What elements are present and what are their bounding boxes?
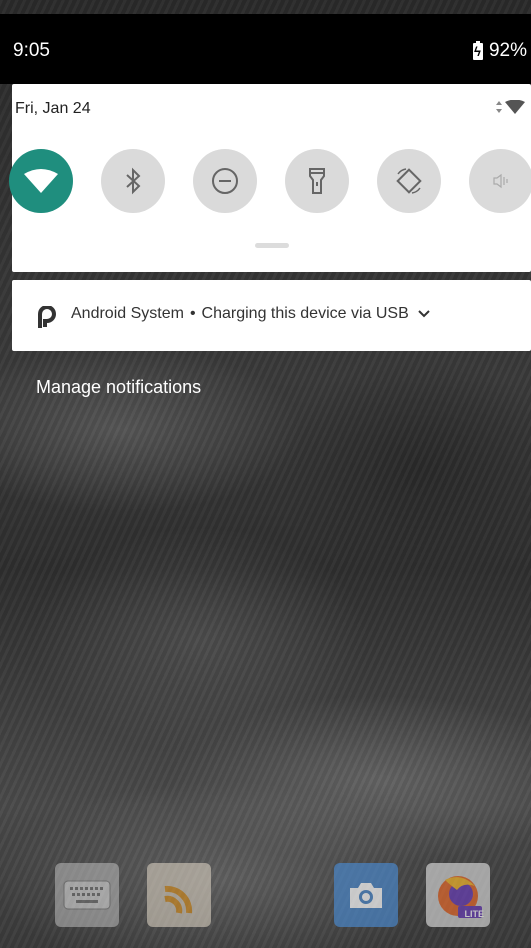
status-bar: 9:05 ϟ 92% <box>0 14 531 84</box>
flashlight-tile[interactable] <box>285 149 349 213</box>
notification-app-name: Android System <box>71 305 184 322</box>
status-icons: ϟ 92% <box>472 40 527 62</box>
data-activity-icon <box>496 101 502 113</box>
flashlight-icon <box>309 168 325 194</box>
auto-rotate-icon <box>396 168 422 194</box>
screen: 9:05 ϟ 92% Fri, Jan 24 Android System • … <box>0 0 531 948</box>
camera-icon <box>350 883 382 908</box>
dock-camera-app[interactable] <box>334 863 398 927</box>
qs-date[interactable]: Fri, Jan 24 <box>15 100 91 118</box>
notification-message: Charging this device via USB <box>201 305 409 322</box>
wifi-tile[interactable] <box>9 149 73 213</box>
battery-charging-icon: ϟ <box>472 40 483 60</box>
chevron-down-icon[interactable] <box>418 310 430 318</box>
keyboard-icon <box>63 880 111 910</box>
vibrate-icon <box>493 173 508 189</box>
quick-settings-panel: Fri, Jan 24 <box>9 84 531 272</box>
status-time: 9:05 <box>13 40 50 61</box>
qs-expand-handle[interactable] <box>255 243 289 248</box>
firefox-lite-badge: LITE <box>464 909 485 919</box>
wifi-signal-icon <box>505 100 525 114</box>
dock-firefox-lite-app[interactable]: LITE <box>426 863 490 927</box>
bluetooth-icon <box>126 167 141 195</box>
notification-header: Android System • Charging this device vi… <box>71 305 430 323</box>
android-system-app-icon <box>38 305 56 333</box>
dock-keyboard-app[interactable] <box>55 863 119 927</box>
notification-card[interactable]: Android System • Charging this device vi… <box>12 280 531 351</box>
sound-tile[interactable] <box>469 149 531 213</box>
auto-rotate-tile[interactable] <box>377 149 441 213</box>
quick-settings-tiles <box>9 149 531 213</box>
bluetooth-tile[interactable] <box>101 149 165 213</box>
notification-separator: • <box>189 305 196 322</box>
dock-rss-app[interactable] <box>147 863 211 927</box>
do-not-disturb-icon <box>212 168 238 194</box>
manage-notifications-button[interactable]: Manage notifications <box>36 377 201 398</box>
wifi-icon <box>24 169 58 193</box>
qs-signal-indicator <box>496 100 525 114</box>
battery-percent: 92% <box>488 40 527 61</box>
do-not-disturb-tile[interactable] <box>193 149 257 213</box>
rss-icon <box>164 885 193 914</box>
